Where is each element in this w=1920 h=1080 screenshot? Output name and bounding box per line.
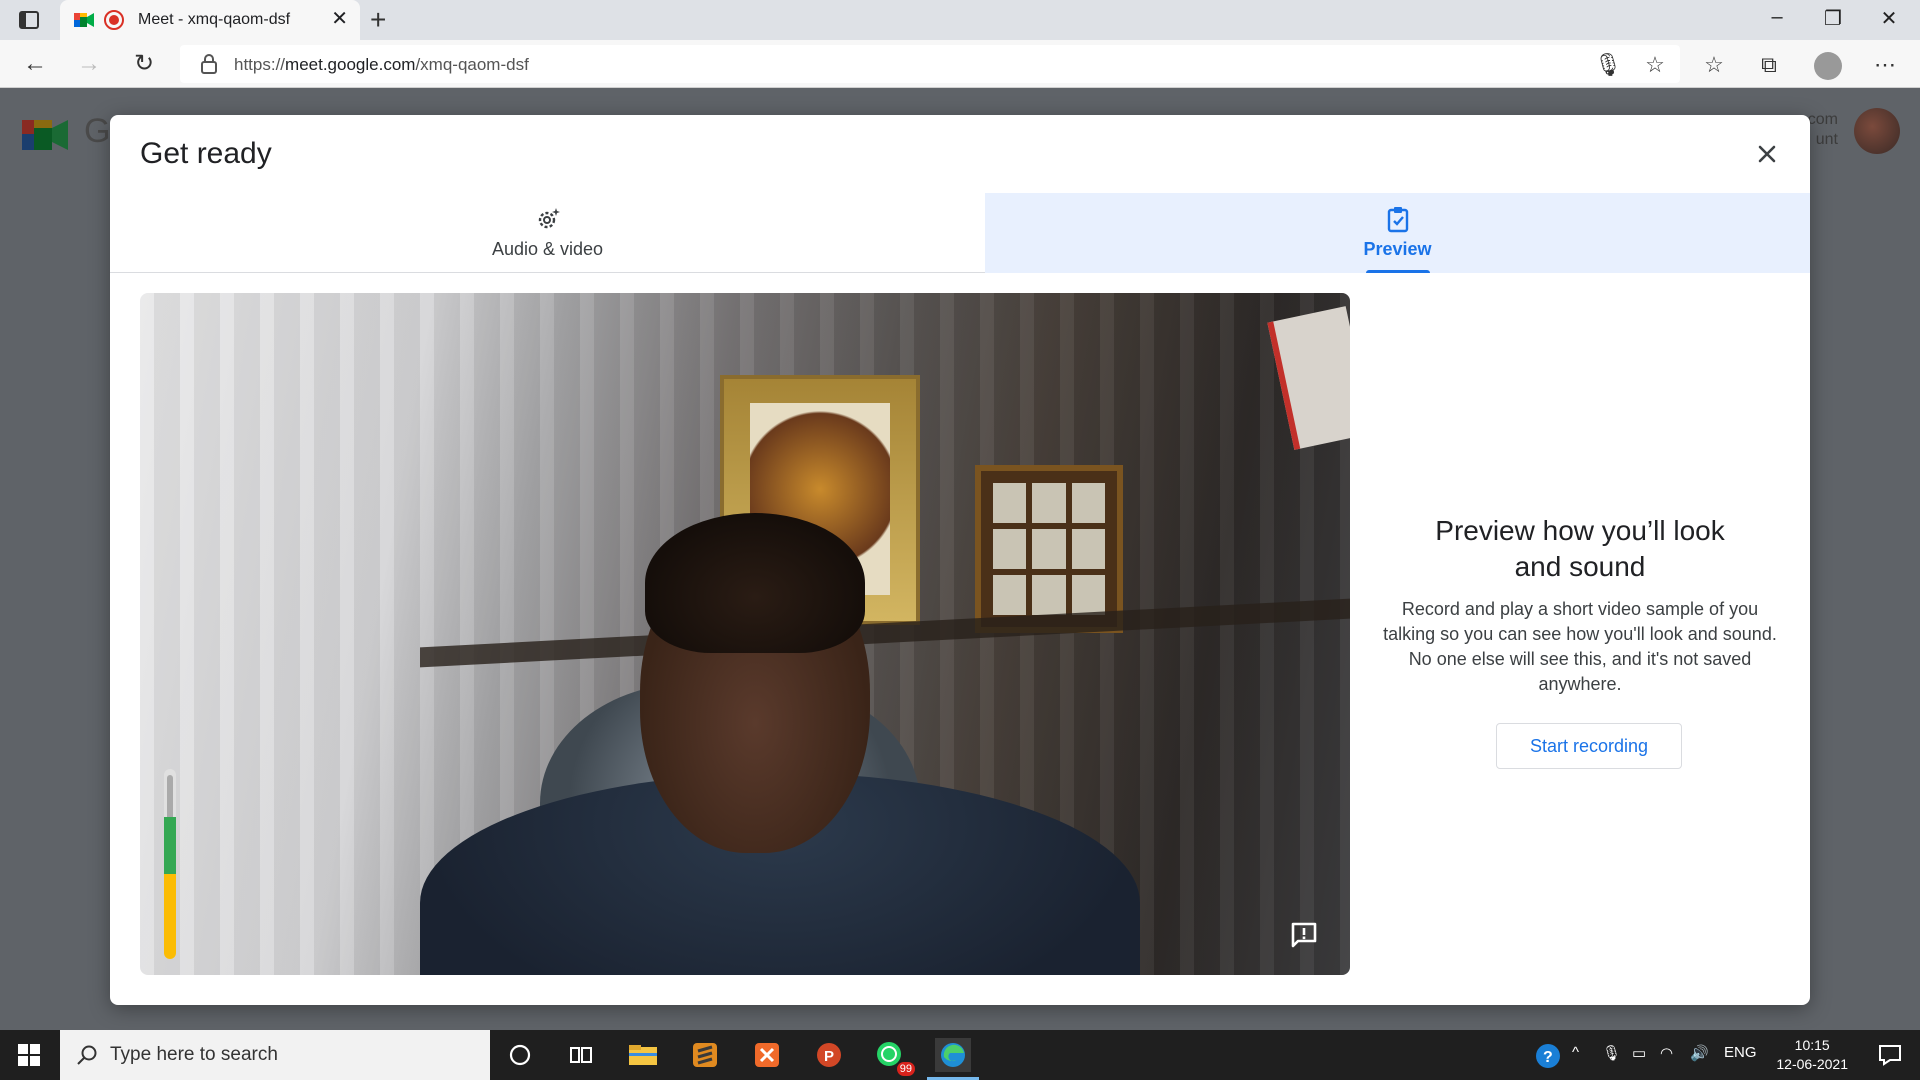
feedback-icon[interactable] <box>1290 921 1318 949</box>
brand-text-behind: G <box>84 112 111 150</box>
powerpoint-icon[interactable]: P <box>811 1038 847 1072</box>
tab-audio-video-label: Audio & video <box>491 239 604 259</box>
recording-indicator-icon <box>104 10 124 30</box>
close-dialog-icon[interactable] <box>1752 139 1782 169</box>
clock-date: 12-06-2021 <box>1776 1056 1848 1072</box>
forward-arrow-icon[interactable]: → <box>74 50 104 80</box>
refresh-icon[interactable]: ↻ <box>129 50 159 80</box>
google-meet-favicon-icon <box>74 13 94 27</box>
svg-text:?: ? <box>1543 1049 1553 1066</box>
more-menu-icon[interactable]: ⋯ <box>1871 52 1899 80</box>
browser-toolbar: ← → ↻ https://meet.google.com/xmq-qaom-d… <box>0 40 1920 88</box>
back-arrow-icon[interactable]: ← <box>20 50 50 80</box>
clock-time: 10:15 <box>1794 1037 1830 1053</box>
account-avatar[interactable] <box>1854 108 1900 154</box>
tab-preview[interactable]: Preview <box>985 193 1810 273</box>
mic-level-yellow <box>164 873 176 959</box>
taskbar-search-box[interactable]: Type here to search <box>60 1030 490 1080</box>
settings-gear-icon <box>538 208 560 229</box>
taskbar-clock[interactable]: 10:15 12-06-2021 <box>1776 1036 1848 1074</box>
window-close-icon[interactable]: ✕ <box>1866 6 1912 31</box>
xampp-icon[interactable] <box>749 1038 785 1072</box>
sublime-text-icon[interactable] <box>687 1038 723 1072</box>
preview-description: Record and play a short video sample of … <box>1383 599 1777 694</box>
microphone-in-use-icon[interactable]: 🎙 <box>1594 52 1622 80</box>
url-text: https://meet.google.com/xmq-qaom-dsf <box>234 55 529 74</box>
wifi-icon[interactable]: ◠ <box>1660 1044 1673 1062</box>
battery-icon[interactable]: ▭ <box>1632 1044 1646 1062</box>
notifications-icon[interactable] <box>1878 1044 1902 1066</box>
search-placeholder: Type here to search <box>110 1044 278 1065</box>
collections-icon[interactable]: ⧉ <box>1755 52 1783 80</box>
whatsapp-icon[interactable]: 99 <box>873 1038 915 1076</box>
video-wall-frame <box>975 465 1123 633</box>
google-meet-logo-icon <box>22 120 68 150</box>
mic-level-green <box>164 816 176 874</box>
new-tab-icon[interactable]: + <box>370 6 386 34</box>
video-person-hair <box>645 513 865 653</box>
dialog-title: Get ready <box>140 137 272 170</box>
preview-heading: Preview how you’ll look and sound <box>1435 515 1725 582</box>
selected-tab-indicator <box>1365 270 1430 273</box>
search-icon <box>77 1045 97 1065</box>
add-favorite-icon[interactable]: ☆ <box>1641 52 1669 80</box>
camera-preview-video <box>140 293 1350 975</box>
edge-browser-icon[interactable] <box>927 1038 979 1080</box>
microphone-level-meter <box>164 769 176 959</box>
minimize-icon[interactable]: – <box>1754 6 1800 29</box>
clipboard-check-icon <box>1387 207 1408 233</box>
tab-actions-icon[interactable] <box>18 10 40 30</box>
restore-icon[interactable]: ❐ <box>1810 6 1856 31</box>
task-view-icon[interactable] <box>563 1038 599 1072</box>
dialog-tabs: Audio & video Preview <box>110 193 1810 273</box>
profile-icon[interactable] <box>1814 52 1842 80</box>
whatsapp-badge: 99 <box>896 1062 915 1076</box>
get-ready-dialog: Get ready Audio & video Preview Preview … <box>110 115 1810 1005</box>
tray-overflow-icon[interactable]: ^ <box>1572 1044 1579 1061</box>
tab-title: Meet - xmq-qaom-dsf <box>138 11 291 28</box>
browser-tab-meet[interactable]: Meet - xmq-qaom-dsf ✕ <box>60 0 360 40</box>
browser-tab-strip: Meet - xmq-qaom-dsf ✕ + – ❐ ✕ <box>0 0 1920 40</box>
lock-icon <box>201 54 217 74</box>
file-explorer-icon[interactable] <box>625 1038 661 1072</box>
language-indicator[interactable]: ENG <box>1724 1044 1757 1061</box>
address-bar[interactable]: https://meet.google.com/xmq-qaom-dsf <box>180 45 1680 83</box>
cortana-icon[interactable] <box>502 1038 538 1072</box>
windows-start-icon[interactable] <box>18 1044 40 1066</box>
windows-taskbar: Type here to search P 99 ? ^ 🎙 ▭ ◠ 🔊 ENG… <box>0 1030 1920 1080</box>
help-icon[interactable]: ? <box>1534 1042 1562 1074</box>
preview-info-panel: Preview how you’ll look and sound Record… <box>1370 293 1790 975</box>
svg-text:P: P <box>824 1048 834 1065</box>
tray-microphone-icon[interactable]: 🎙 <box>1602 1044 1621 1062</box>
tab-preview-label: Preview <box>1363 239 1432 259</box>
tab-close-icon[interactable]: ✕ <box>331 9 348 29</box>
account-info-behind: com unt <box>1807 111 1838 148</box>
favorites-icon[interactable]: ☆ <box>1700 52 1728 80</box>
start-recording-button[interactable]: Start recording <box>1496 723 1682 769</box>
tab-audio-video[interactable]: Audio & video <box>110 193 985 273</box>
volume-icon[interactable]: 🔊 <box>1690 1044 1709 1062</box>
